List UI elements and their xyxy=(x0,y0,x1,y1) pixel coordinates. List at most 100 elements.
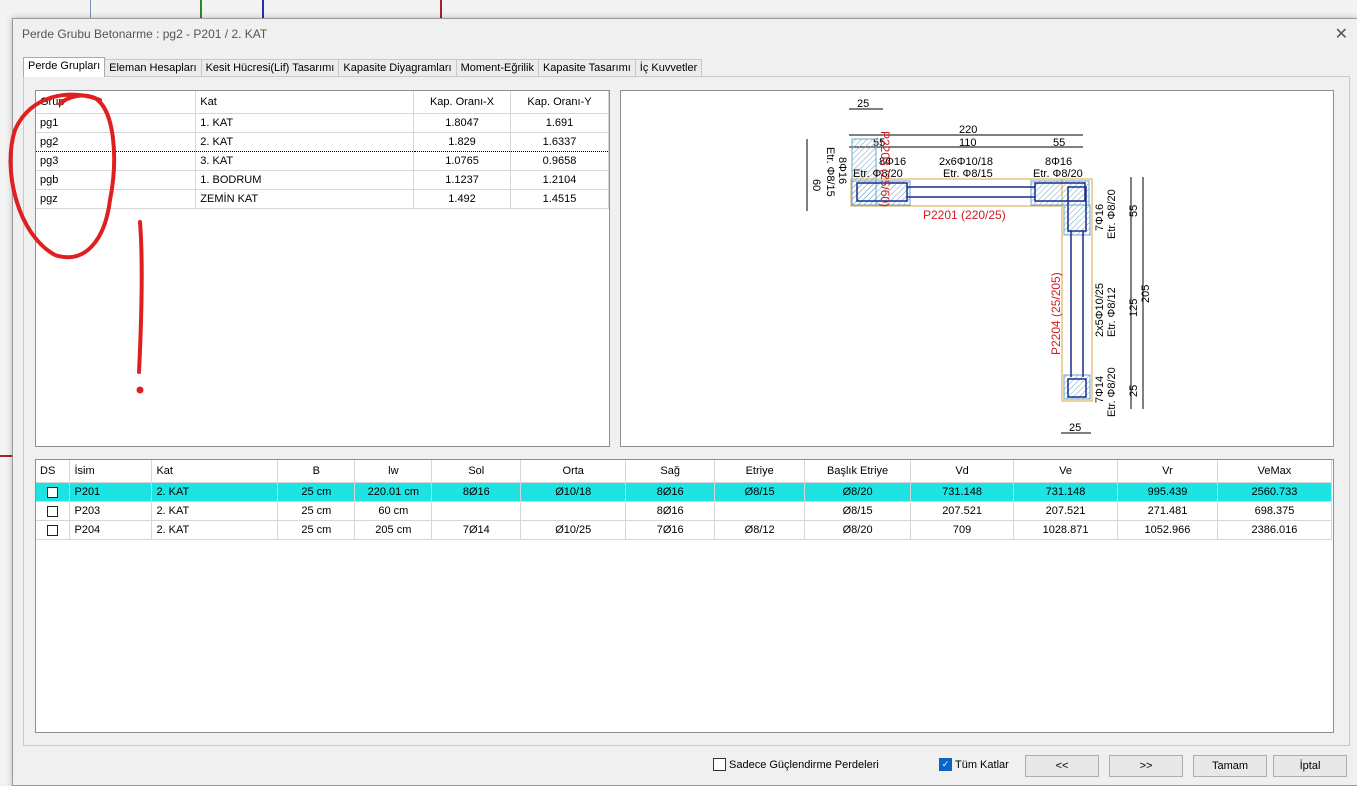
next-button[interactable]: >> xyxy=(1109,755,1183,777)
col-baslik-etriye[interactable]: Başlık Etriye xyxy=(804,460,912,483)
dim-top-55b: 55 xyxy=(1053,137,1065,149)
cell-vr: 995.439 xyxy=(1117,482,1218,502)
close-icon[interactable]: ✕ xyxy=(1335,24,1348,44)
background-line xyxy=(0,455,12,457)
only-strengthen-checkbox[interactable]: Sadece Güçlendirme Perdeleri xyxy=(713,758,879,771)
cell-kat: 2. KAT xyxy=(195,132,415,152)
dim-right-55: 55 xyxy=(1128,205,1140,217)
table-row[interactable]: P204 2. KAT 25 cm 205 cm 7Ø14 Ø10/25 7Ø1… xyxy=(36,520,1333,540)
cell-grup: pgz xyxy=(36,189,197,209)
col-ve[interactable]: Ve xyxy=(1013,460,1118,483)
col-vd[interactable]: Vd xyxy=(910,460,1015,483)
wall-label-p2204: P2204 (25/205) xyxy=(1049,272,1063,355)
tab-kesit-hucresi[interactable]: Kesit Hücresi(Lif) Tasarımı xyxy=(200,59,340,77)
col-lw[interactable]: lw xyxy=(354,460,433,483)
groups-header-row: Grup Kat Kap. Oranı-X Kap. Oranı-Y xyxy=(36,91,609,114)
col-sol[interactable]: Sol xyxy=(431,460,522,483)
col-grup[interactable]: Grup xyxy=(36,91,197,114)
col-vr[interactable]: Vr xyxy=(1117,460,1218,483)
background-line xyxy=(440,0,442,18)
col-b[interactable]: B xyxy=(277,460,356,483)
col-kap-x[interactable]: Kap. Oranı-X xyxy=(413,91,512,114)
cell-grup: pg3 xyxy=(36,151,197,171)
label-bot-bars: 7Φ14 xyxy=(1094,376,1106,403)
cell-vr: 271.481 xyxy=(1117,501,1218,521)
cell-kap-x: 1.8047 xyxy=(413,113,512,133)
cell-kat: 2. KAT xyxy=(151,501,279,521)
tab-perde-gruplari[interactable]: Perde Grupları xyxy=(23,57,106,77)
cell-kap-x: 1.0765 xyxy=(413,151,512,171)
all-floors-checkbox[interactable]: ✓ Tüm Katlar xyxy=(939,758,1009,771)
cell-vemax: 2560.733 xyxy=(1217,482,1333,502)
cell-kap-x: 1.492 xyxy=(413,189,512,209)
dim-top-110: 110 xyxy=(959,137,977,149)
cell-isim: P203 xyxy=(69,501,153,521)
cell-lw: 60 cm xyxy=(354,501,433,521)
ok-button[interactable]: Tamam xyxy=(1193,755,1267,777)
checkbox-box[interactable] xyxy=(713,758,726,771)
cell-sol: 7Ø14 xyxy=(431,520,522,540)
cancel-button[interactable]: İptal xyxy=(1273,755,1347,777)
ds-checkbox-cell[interactable] xyxy=(36,501,71,521)
cell-orta xyxy=(520,501,627,521)
col-ds[interactable]: DS xyxy=(36,460,71,483)
label-web-bars: 2x5Φ10/25 xyxy=(1094,283,1106,337)
col-kat[interactable]: Kat xyxy=(195,91,415,114)
tab-strip: Perde Grupları Eleman Hesapları Kesit Hü… xyxy=(23,57,703,77)
tab-ic-kuvvetler[interactable]: İç Kuvvetler xyxy=(634,59,703,77)
title-bar: Perde Grubu Betonarme : pg2 - P201 / 2. … xyxy=(13,19,1357,49)
cell-kap-y: 0.9658 xyxy=(510,151,609,171)
cell-kap-x: 1.1237 xyxy=(413,170,512,190)
label-left-etr: Etr. Φ8/20 xyxy=(853,168,903,180)
tab-kapasite-diyagramlari[interactable]: Kapasite Diyagramları xyxy=(338,59,457,77)
col-isim[interactable]: İsim xyxy=(69,460,153,483)
cell-grup: pg1 xyxy=(36,113,197,133)
cell-orta: Ø10/18 xyxy=(520,482,627,502)
table-row-selected[interactable]: P201 2. KAT 25 cm 220.01 cm 8Ø16 Ø10/18 … xyxy=(36,482,1333,502)
cell-ve: 731.148 xyxy=(1013,482,1118,502)
ds-checkbox[interactable] xyxy=(47,505,59,517)
table-row-selected[interactable]: pg2 2. KAT 1.829 1.6337 xyxy=(36,132,609,152)
col-kap-y[interactable]: Kap. Oranı-Y xyxy=(510,91,609,114)
table-row[interactable]: pg3 3. KAT 1.0765 0.9658 xyxy=(36,151,609,171)
cell-lw: 220.01 cm xyxy=(354,482,433,502)
tab-moment-egrilik[interactable]: Moment-Eğrilik xyxy=(455,59,539,77)
tab-eleman-hesaplari[interactable]: Eleman Hesapları xyxy=(104,59,202,77)
ds-checkbox-cell[interactable] xyxy=(36,482,71,502)
col-sag[interactable]: Sağ xyxy=(625,460,716,483)
table-row[interactable]: pgb 1. BODRUM 1.1237 1.2104 xyxy=(36,170,609,190)
only-strengthen-label: Sadece Güçlendirme Perdeleri xyxy=(729,758,879,771)
col-kat[interactable]: Kat xyxy=(151,460,279,483)
cell-kap-y: 1.4515 xyxy=(510,189,609,209)
ds-checkbox[interactable] xyxy=(47,524,59,536)
groups-panel: Grup Kat Kap. Oranı-X Kap. Oranı-Y pg1 1… xyxy=(35,90,610,447)
table-row[interactable]: pg1 1. KAT 1.8047 1.691 xyxy=(36,113,609,133)
cell-vr: 1052.966 xyxy=(1117,520,1218,540)
cell-etriye: Ø8/15 xyxy=(714,482,806,502)
prev-button[interactable]: << xyxy=(1025,755,1099,777)
cell-lw: 205 cm xyxy=(354,520,433,540)
col-vemax[interactable]: VeMax xyxy=(1217,460,1333,483)
background-line xyxy=(262,0,264,18)
label-web-etr: Etr. Φ8/12 xyxy=(1106,287,1118,337)
col-orta[interactable]: Orta xyxy=(520,460,627,483)
cell-sag: 7Ø16 xyxy=(625,520,716,540)
members-panel: DS İsim Kat B lw Sol Orta Sağ Etriye Baş… xyxy=(35,459,1334,733)
check-icon[interactable]: ✓ xyxy=(939,758,952,771)
wall-label-p2203: P2203 (25/60) xyxy=(878,131,892,207)
table-row[interactable]: P203 2. KAT 25 cm 60 cm 8Ø16 Ø8/15 207.5… xyxy=(36,501,1333,521)
cell-kat: 2. KAT xyxy=(151,520,279,540)
ds-checkbox-cell[interactable] xyxy=(36,520,71,540)
cell-etriye xyxy=(714,501,806,521)
cell-kap-x: 1.829 xyxy=(413,132,512,152)
cell-kat: 2. KAT xyxy=(151,482,279,502)
col-etriye[interactable]: Etriye xyxy=(714,460,806,483)
cell-sol xyxy=(431,501,522,521)
label-right-etr: Etr. Φ8/20 xyxy=(1033,168,1083,180)
tab-kapasite-tasarimi[interactable]: Kapasite Tasarımı xyxy=(537,59,636,77)
cell-b: 25 cm xyxy=(277,501,356,521)
ds-checkbox[interactable] xyxy=(47,486,59,498)
cell-b: 25 cm xyxy=(277,520,356,540)
table-row[interactable]: pgz ZEMİN KAT 1.492 1.4515 xyxy=(36,189,609,209)
cell-baslik-etriye: Ø8/20 xyxy=(804,520,912,540)
